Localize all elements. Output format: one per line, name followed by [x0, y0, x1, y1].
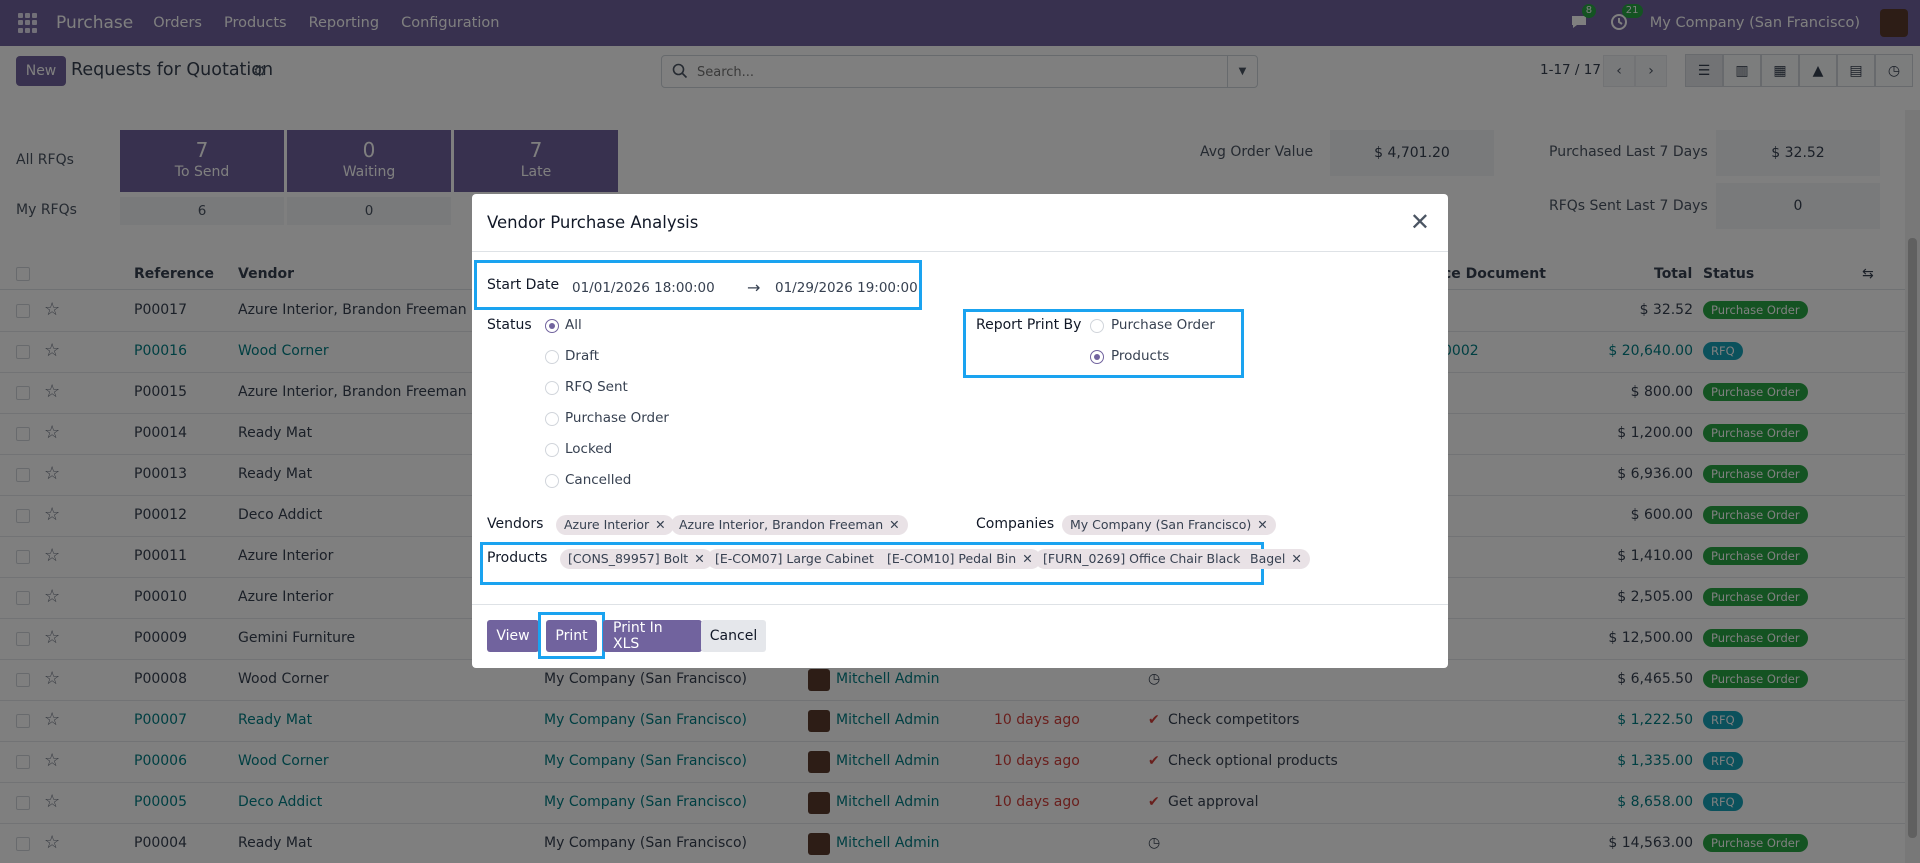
status-radio-cancelled[interactable] [545, 474, 559, 488]
status-radio-rfq-sent[interactable] [545, 381, 559, 395]
date-range-arrow-icon: → [747, 278, 761, 297]
status-radio-all[interactable] [545, 319, 559, 333]
product-tag-label: [E-COM10] Pedal Bin [887, 551, 1017, 566]
vendor-tag-label: Azure Interior [564, 517, 650, 532]
print-by-radio-products[interactable] [1090, 350, 1104, 364]
company-tag-label: My Company (San Francisco) [1070, 517, 1252, 532]
products-label: Products [487, 550, 548, 566]
product-tag: [CONS_89957] Bolt ✕ [560, 549, 713, 569]
modal-title: Vendor Purchase Analysis [487, 213, 699, 232]
status-option-purchase-order[interactable]: Purchase Order [565, 410, 669, 426]
vendor-tag-label: Azure Interior, Brandon Freeman [679, 517, 884, 532]
remove-tag-icon[interactable]: ✕ [1022, 551, 1032, 566]
remove-tag-icon[interactable]: ✕ [889, 517, 899, 532]
product-tag: [E-COM07] Large Cabinet✕ [707, 549, 899, 569]
status-option-locked[interactable]: Locked [565, 441, 612, 457]
start-date-label: Start Date [487, 277, 560, 293]
remove-tag-icon[interactable]: ✕ [1291, 551, 1301, 566]
product-tag: Bagel ✕ [1242, 549, 1310, 569]
print-by-radio-purchase-order[interactable] [1090, 319, 1104, 333]
status-option-draft[interactable]: Draft [565, 348, 599, 364]
status-option-all[interactable]: All [565, 317, 582, 333]
modal-header: Vendor Purchase Analysis ✕ [472, 194, 1448, 252]
companies-label: Companies [976, 516, 1055, 532]
product-tag-label: [CONS_89957] Bolt [568, 551, 689, 566]
status-radio-purchase-order[interactable] [545, 412, 559, 426]
status-radio-draft[interactable] [545, 350, 559, 364]
report-print-by-label: Report Print By [976, 317, 1082, 333]
vendors-label: Vendors [487, 516, 544, 532]
print-xls-button[interactable]: Print In XLS [603, 620, 702, 652]
remove-tag-icon[interactable]: ✕ [1257, 517, 1267, 532]
remove-tag-icon[interactable]: ✕ [655, 517, 665, 532]
print-button[interactable]: Print [546, 620, 597, 652]
vendor-purchase-analysis-dialog: Vendor Purchase Analysis ✕ Start Date 01… [472, 194, 1448, 668]
vendor-tag: Azure Interior, Brandon Freeman ✕ [671, 515, 908, 535]
close-icon[interactable]: ✕ [1410, 210, 1430, 234]
vendor-tag: Azure Interior ✕ [556, 515, 674, 535]
print-by-option-products[interactable]: Products [1111, 348, 1169, 364]
product-tag-label: Bagel [1250, 551, 1286, 566]
status-label: Status [487, 317, 532, 333]
cancel-button[interactable]: Cancel [701, 620, 766, 652]
end-date-field[interactable]: 01/29/2026 19:00:00 [775, 280, 918, 296]
product-tag-label: [E-COM07] Large Cabinet [715, 551, 874, 566]
product-tag-label: [FURN_0269] Office Chair Black [1043, 551, 1241, 566]
remove-tag-icon[interactable]: ✕ [694, 551, 704, 566]
product-tag: [E-COM10] Pedal Bin ✕ [879, 549, 1041, 569]
view-button[interactable]: View [487, 620, 539, 652]
print-by-option-purchase-order[interactable]: Purchase Order [1111, 317, 1215, 333]
status-option-cancelled[interactable]: Cancelled [565, 472, 631, 488]
start-date-field[interactable]: 01/01/2026 18:00:00 [572, 280, 715, 296]
status-option-rfq-sent[interactable]: RFQ Sent [565, 379, 628, 395]
product-tag: [FURN_0269] Office Chair Black✕ [1035, 549, 1265, 569]
status-radio-locked[interactable] [545, 443, 559, 457]
company-tag: My Company (San Francisco) ✕ [1062, 515, 1276, 535]
